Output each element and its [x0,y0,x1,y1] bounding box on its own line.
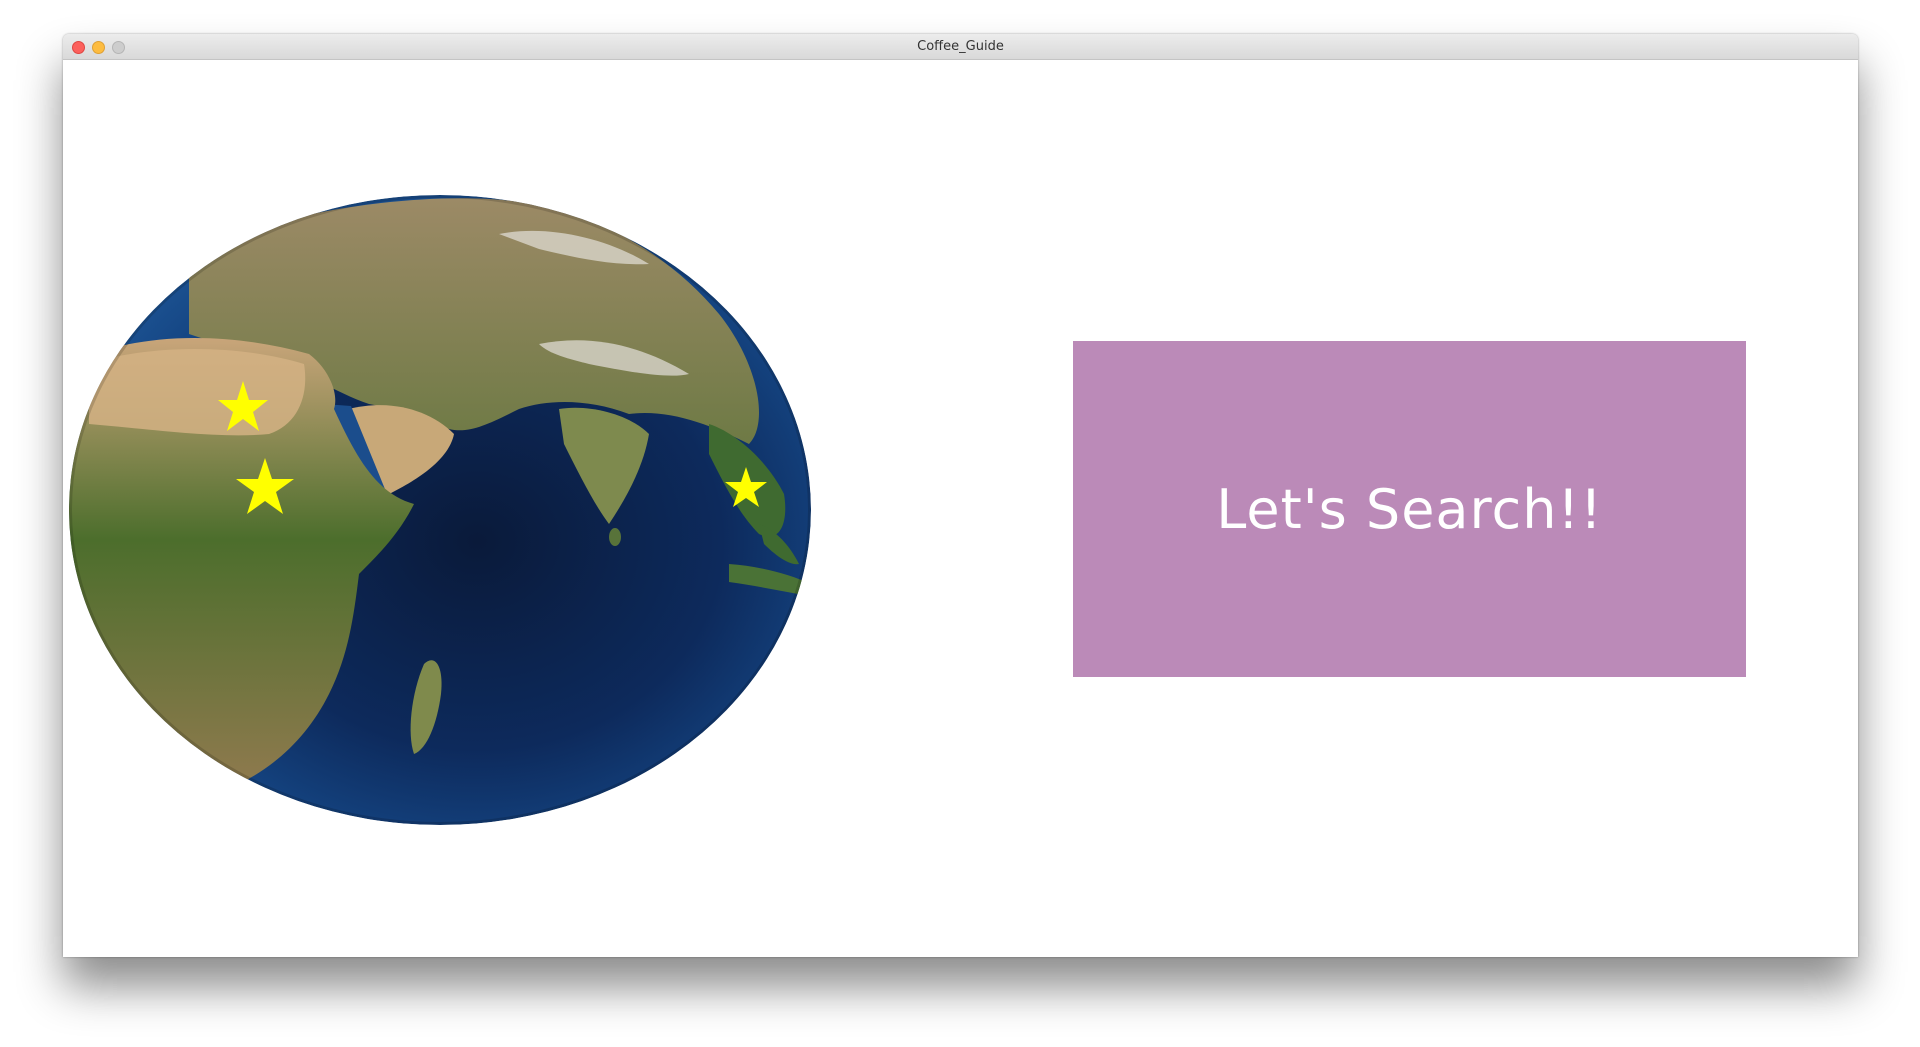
window-title: Coffee_Guide [917,39,1004,54]
lets-search-button[interactable]: Let's Search!! [1073,341,1746,677]
app-window: Coffee_Guide Let's Search!! [63,34,1858,957]
main-content: Let's Search!! [63,60,1858,957]
title-bar[interactable]: Coffee_Guide [63,34,1858,60]
earth-globe-image [69,195,811,825]
desktop: Coffee_Guide Let's Search!! [0,0,1920,1047]
